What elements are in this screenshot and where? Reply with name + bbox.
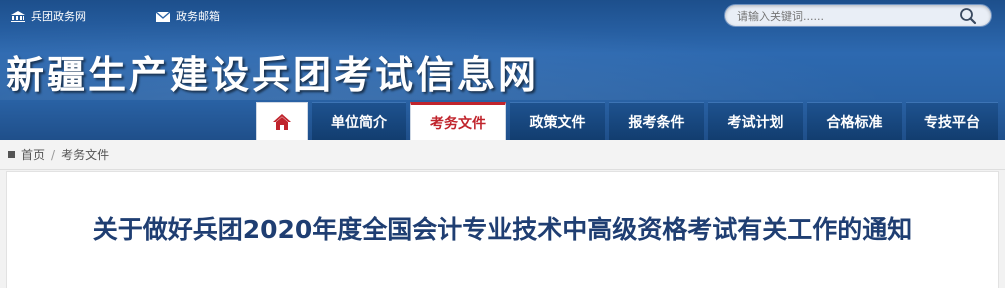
nav-unit-intro-label: 单位简介	[331, 114, 387, 131]
nav-eligibility-label: 报考条件	[628, 114, 685, 131]
breadcrumb-bullet-icon	[8, 151, 15, 158]
nav-tech-platform[interactable]: 专技平台	[906, 102, 998, 140]
gov-mail-link[interactable]: 政务邮箱	[155, 8, 220, 24]
building-icon	[11, 10, 25, 22]
breadcrumb-home-link[interactable]: 首页	[21, 146, 45, 163]
nav-eligibility[interactable]: 报考条件	[609, 102, 704, 140]
nav-pass-standard[interactable]: 合格标准	[807, 102, 902, 140]
site-header: 兵团政务网 政务邮箱 新疆生产建设兵团考试信息网 单位简介	[0, 0, 1005, 140]
nav-tech-platform-label: 专技平台	[924, 114, 980, 131]
breadcrumb-separator: /	[51, 147, 56, 162]
breadcrumb: 首页 / 考务文件	[0, 140, 1005, 170]
nav-home[interactable]	[256, 102, 308, 140]
nav-exam-plan[interactable]: 考试计划	[708, 102, 803, 140]
nav-exam-docs-label: 考务文件	[430, 115, 486, 132]
article-panel: 关于做好兵团2020年度全国会计专业技术中高级资格考试有关工作的通知	[6, 171, 999, 288]
nav-unit-intro[interactable]: 单位简介	[312, 102, 406, 140]
article-title: 关于做好兵团2020年度全国会计专业技术中高级资格考试有关工作的通知	[92, 215, 913, 244]
search-input[interactable]	[737, 8, 957, 24]
search-box	[724, 4, 992, 27]
nav-exam-plan-label: 考试计划	[727, 114, 784, 131]
site-title: 新疆生产建设兵团考试信息网	[6, 53, 540, 97]
nav-policy-docs-label: 政策文件	[529, 114, 586, 131]
envelope-icon	[155, 10, 171, 22]
home-icon	[273, 113, 291, 130]
gov-mail-label: 政务邮箱	[176, 10, 220, 23]
nav-exam-docs[interactable]: 考务文件	[410, 102, 506, 140]
search-icon[interactable]	[959, 7, 977, 25]
gov-portal-link[interactable]: 兵团政务网	[10, 8, 86, 24]
top-bar: 兵团政务网 政务邮箱	[0, 0, 1005, 30]
gov-portal-label: 兵团政务网	[31, 10, 86, 23]
main-nav: 单位简介 考务文件 政策文件 报考条件 考试计划 合格标准 专技平台	[0, 102, 1005, 140]
nav-policy-docs[interactable]: 政策文件	[510, 102, 605, 140]
nav-pass-standard-label: 合格标准	[826, 114, 883, 131]
breadcrumb-current[interactable]: 考务文件	[61, 146, 109, 163]
